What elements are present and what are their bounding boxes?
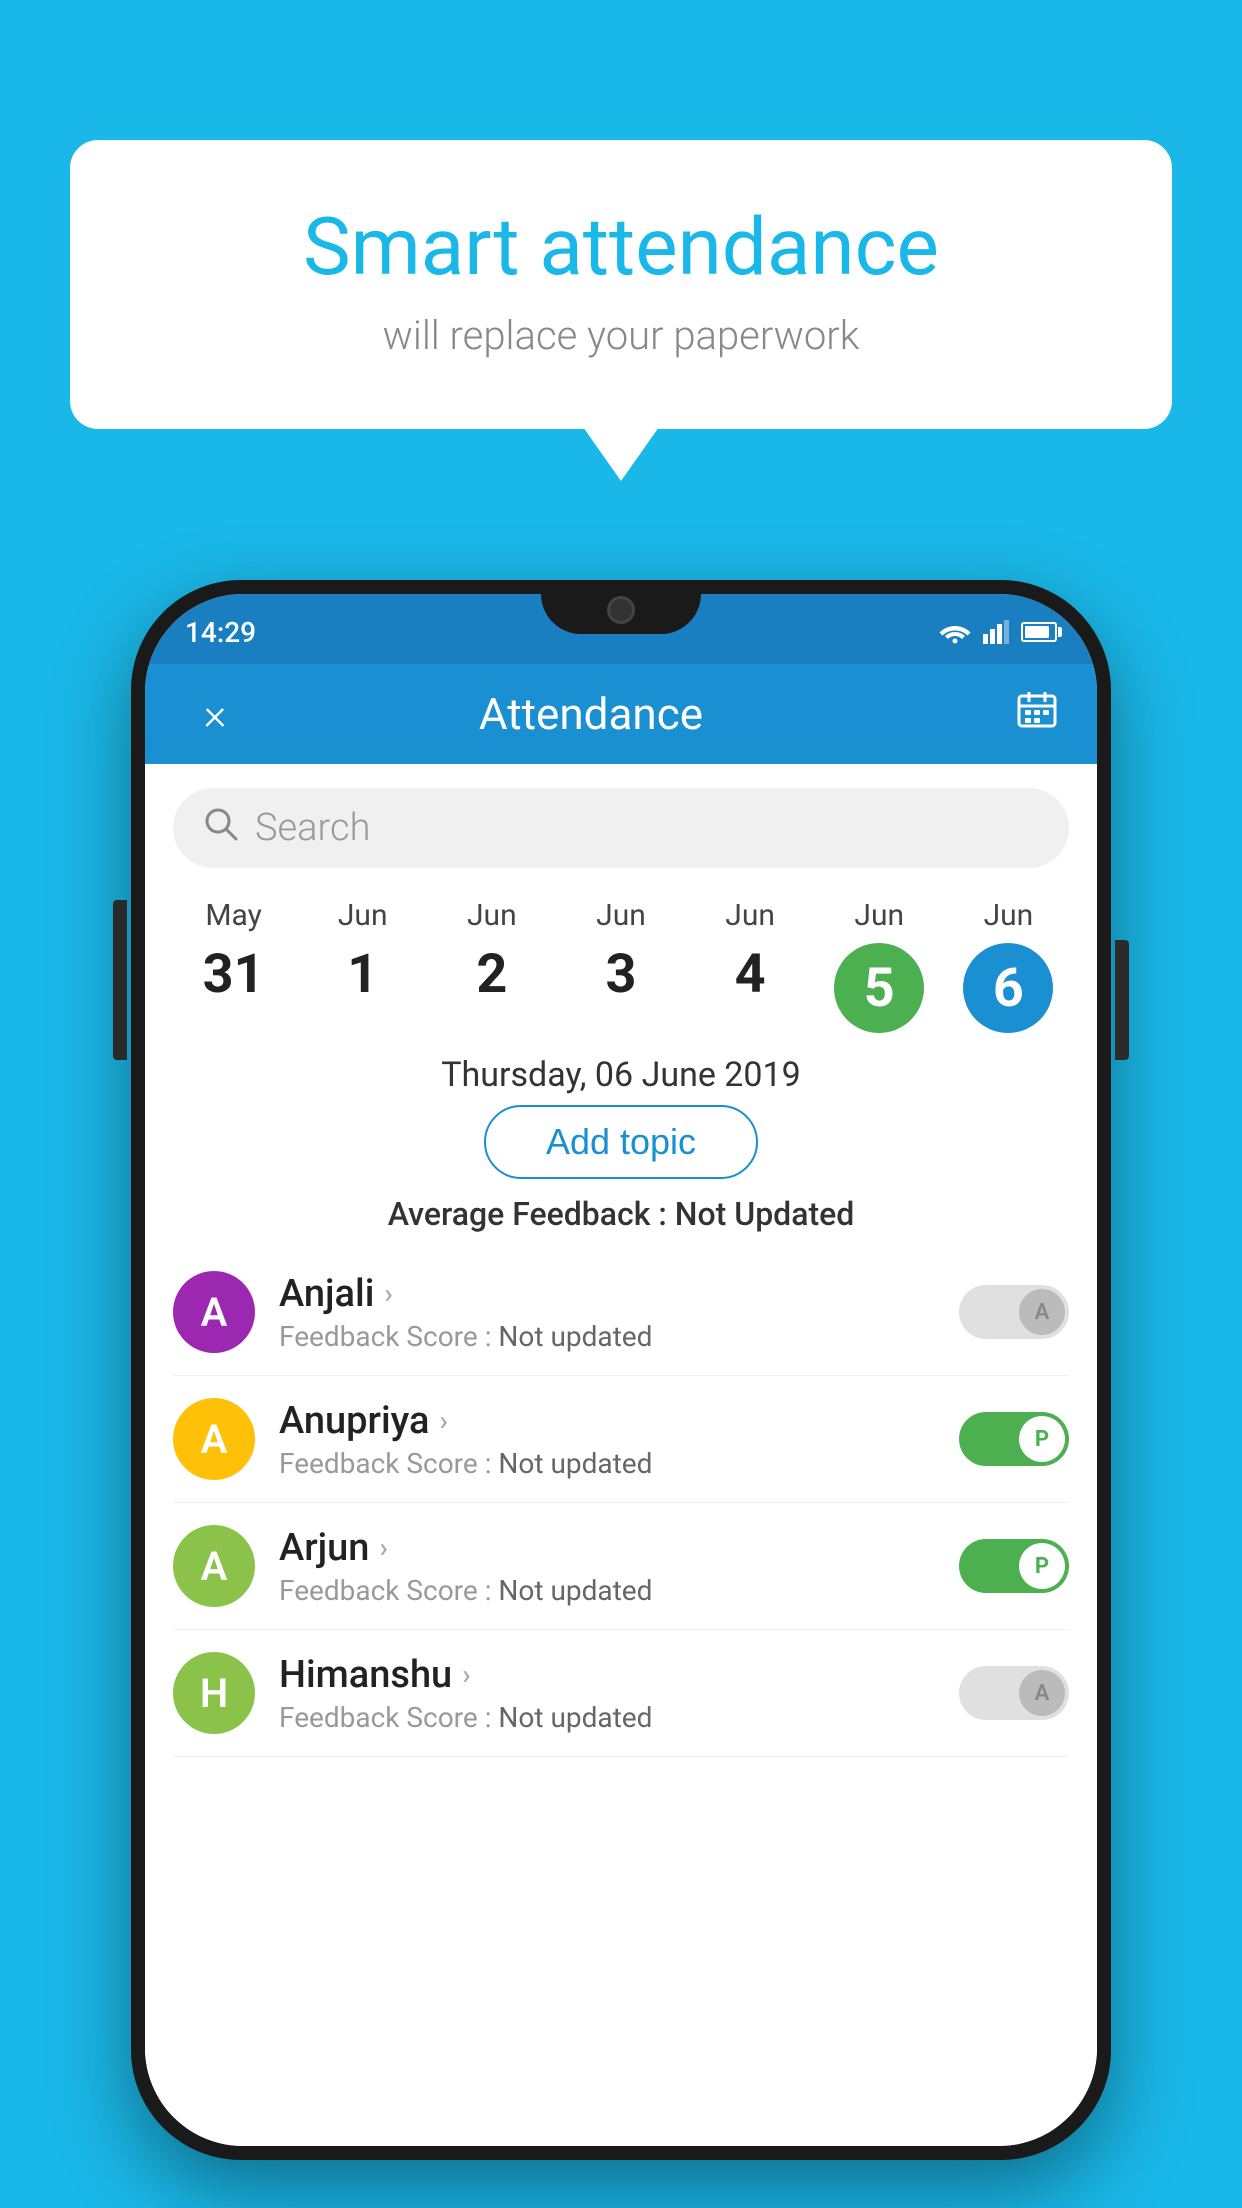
phone-outer: 14:29 (131, 580, 1111, 2160)
selected-date: Thursday, 06 June 2019 (145, 1055, 1097, 1095)
date-circle-green[interactable]: 5 (834, 943, 924, 1033)
student-name: Anjali › (279, 1272, 935, 1316)
student-avatar: A (173, 1398, 255, 1480)
student-avatar: H (173, 1652, 255, 1734)
avg-feedback-value: Not Updated (675, 1195, 855, 1233)
date-item[interactable]: Jun 4 (695, 898, 805, 1006)
header-title: Attendance (185, 688, 997, 740)
date-month: Jun (467, 898, 517, 933)
student-avatar: A (173, 1525, 255, 1607)
date-month: May (205, 898, 261, 933)
date-item[interactable]: Jun 3 (566, 898, 676, 1006)
student-info: Anupriya › Feedback Score : Not updated (279, 1399, 935, 1480)
toggle-knob: P (1019, 1543, 1065, 1589)
date-month: Jun (725, 898, 775, 933)
app-header: × Attendance (145, 664, 1097, 764)
date-item[interactable]: May 31 (179, 898, 289, 1006)
student-feedback: Feedback Score : Not updated (279, 1447, 935, 1480)
student-row[interactable]: A Anjali › Feedback Score : Not updated A (173, 1249, 1069, 1376)
date-month: Jun (338, 898, 388, 933)
status-time: 14:29 (185, 610, 256, 649)
phone-container: 14:29 (131, 580, 1111, 2160)
phone-camera (607, 596, 635, 624)
date-number[interactable]: 31 (203, 943, 265, 1006)
phone-notch (541, 580, 701, 634)
app-content: Search May 31 Jun 1 Jun 2 Jun 3 Jun 4 Jun 5 Jun 6 Thu… (145, 764, 1097, 2146)
attendance-toggle[interactable]: A (959, 1666, 1069, 1720)
student-info: Arjun › Feedback Score : Not updated (279, 1526, 935, 1607)
date-number[interactable]: 2 (476, 943, 507, 1006)
student-name: Arjun › (279, 1526, 935, 1570)
speech-bubble-container: Smart attendance will replace your paper… (70, 140, 1172, 429)
speech-bubble-title: Smart attendance (150, 200, 1092, 294)
date-item[interactable]: Jun 2 (437, 898, 547, 1006)
date-number[interactable]: 1 (347, 943, 378, 1006)
student-info: Himanshu › Feedback Score : Not updated (279, 1653, 935, 1734)
chevron-right-icon: › (379, 1531, 387, 1564)
student-list: AAnjali ›Feedback Score : Not updatedAAA… (145, 1249, 1097, 1757)
date-item[interactable]: Jun 6 (953, 898, 1063, 1033)
student-feedback: Feedback Score : Not updated (279, 1701, 935, 1734)
student-info: Anjali › Feedback Score : Not updated (279, 1272, 935, 1353)
calendar-icon[interactable] (997, 690, 1057, 739)
avg-feedback: Average Feedback : Not Updated (145, 1195, 1097, 1233)
student-row[interactable]: A Anupriya › Feedback Score : Not updated P (173, 1376, 1069, 1503)
date-number[interactable]: 3 (605, 943, 636, 1006)
attendance-toggle[interactable]: A (959, 1285, 1069, 1339)
date-circle-blue[interactable]: 6 (963, 943, 1053, 1033)
date-item[interactable]: Jun 1 (308, 898, 418, 1006)
toggle-knob: A (1019, 1670, 1065, 1716)
battery-icon (1021, 622, 1057, 642)
toggle-knob: A (1019, 1289, 1065, 1335)
date-month: Jun (596, 898, 646, 933)
search-placeholder: Search (255, 806, 370, 850)
add-topic-button[interactable]: Add topic (484, 1105, 758, 1179)
wifi-icon (939, 620, 971, 644)
attendance-toggle[interactable]: P (959, 1539, 1069, 1593)
student-row[interactable]: H Himanshu › Feedback Score : Not updated A (173, 1630, 1069, 1757)
date-row: May 31 Jun 1 Jun 2 Jun 3 Jun 4 Jun 5 Jun 6 (145, 884, 1097, 1039)
speech-bubble-subtitle: will replace your paperwork (150, 312, 1092, 359)
student-row[interactable]: A Arjun › Feedback Score : Not updated P (173, 1503, 1069, 1630)
student-name: Himanshu › (279, 1653, 935, 1697)
student-avatar: A (173, 1271, 255, 1353)
phone-screen: 14:29 (145, 594, 1097, 2146)
signal-icon (983, 620, 1009, 644)
student-name: Anupriya › (279, 1399, 935, 1443)
chevron-right-icon: › (384, 1277, 392, 1310)
date-number[interactable]: 4 (735, 943, 766, 1006)
date-item[interactable]: Jun 5 (824, 898, 934, 1033)
search-bar[interactable]: Search (173, 788, 1069, 868)
student-feedback: Feedback Score : Not updated (279, 1320, 935, 1353)
search-icon (203, 806, 239, 851)
date-month: Jun (854, 898, 904, 933)
date-month: Jun (984, 898, 1034, 933)
chevron-right-icon: › (439, 1404, 447, 1437)
avg-feedback-label: Average Feedback : (388, 1195, 675, 1233)
speech-bubble: Smart attendance will replace your paper… (70, 140, 1172, 429)
chevron-right-icon: › (462, 1658, 470, 1691)
status-icons (939, 614, 1057, 644)
attendance-toggle[interactable]: P (959, 1412, 1069, 1466)
toggle-knob: P (1019, 1416, 1065, 1462)
student-feedback: Feedback Score : Not updated (279, 1574, 935, 1607)
